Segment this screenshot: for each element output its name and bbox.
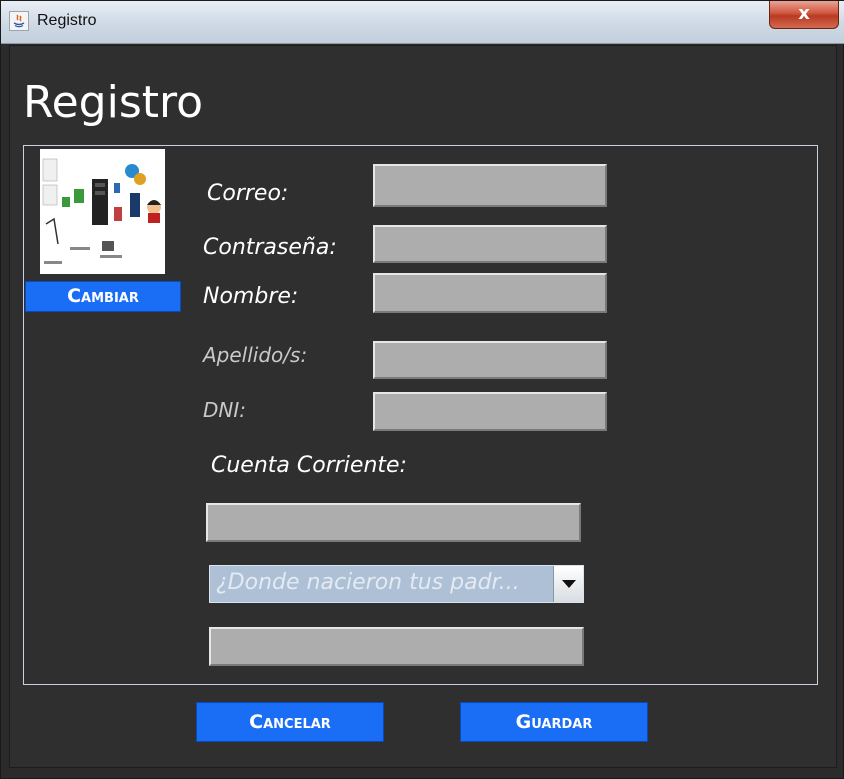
- password-label: Contraseña:: [203, 235, 337, 260]
- chevron-down-icon[interactable]: [553, 566, 583, 602]
- title-bar[interactable]: Registro x: [1, 1, 844, 44]
- account-field[interactable]: [206, 503, 581, 542]
- window-title: Registro: [37, 12, 97, 29]
- email-label: Correo:: [207, 181, 289, 206]
- cancel-button[interactable]: Cancelar: [196, 702, 384, 742]
- close-button[interactable]: x: [769, 1, 839, 29]
- surname-label: Apellido/s:: [203, 343, 308, 367]
- name-label: Nombre:: [203, 284, 299, 309]
- profile-image: [40, 149, 165, 274]
- name-field[interactable]: [373, 273, 607, 313]
- account-label: Cuenta Corriente:: [211, 453, 407, 478]
- java-icon: [9, 11, 29, 31]
- dni-label: DNI:: [203, 398, 246, 422]
- security-question-select[interactable]: ¿Donde nacieron tus padr...: [209, 565, 584, 603]
- surname-field[interactable]: [373, 341, 607, 379]
- security-question-value: ¿Donde nacieron tus padr...: [216, 570, 520, 595]
- security-answer-field[interactable]: [209, 627, 584, 666]
- change-image-button[interactable]: Cambiar: [25, 281, 181, 312]
- dni-field[interactable]: [373, 392, 607, 431]
- registro-window: Registro x Registro Cambiar Correo: Cont…: [0, 0, 844, 779]
- page-title: Registro: [23, 77, 204, 128]
- email-field[interactable]: [373, 164, 607, 207]
- save-button[interactable]: Guardar: [460, 702, 648, 742]
- password-field[interactable]: [373, 225, 607, 263]
